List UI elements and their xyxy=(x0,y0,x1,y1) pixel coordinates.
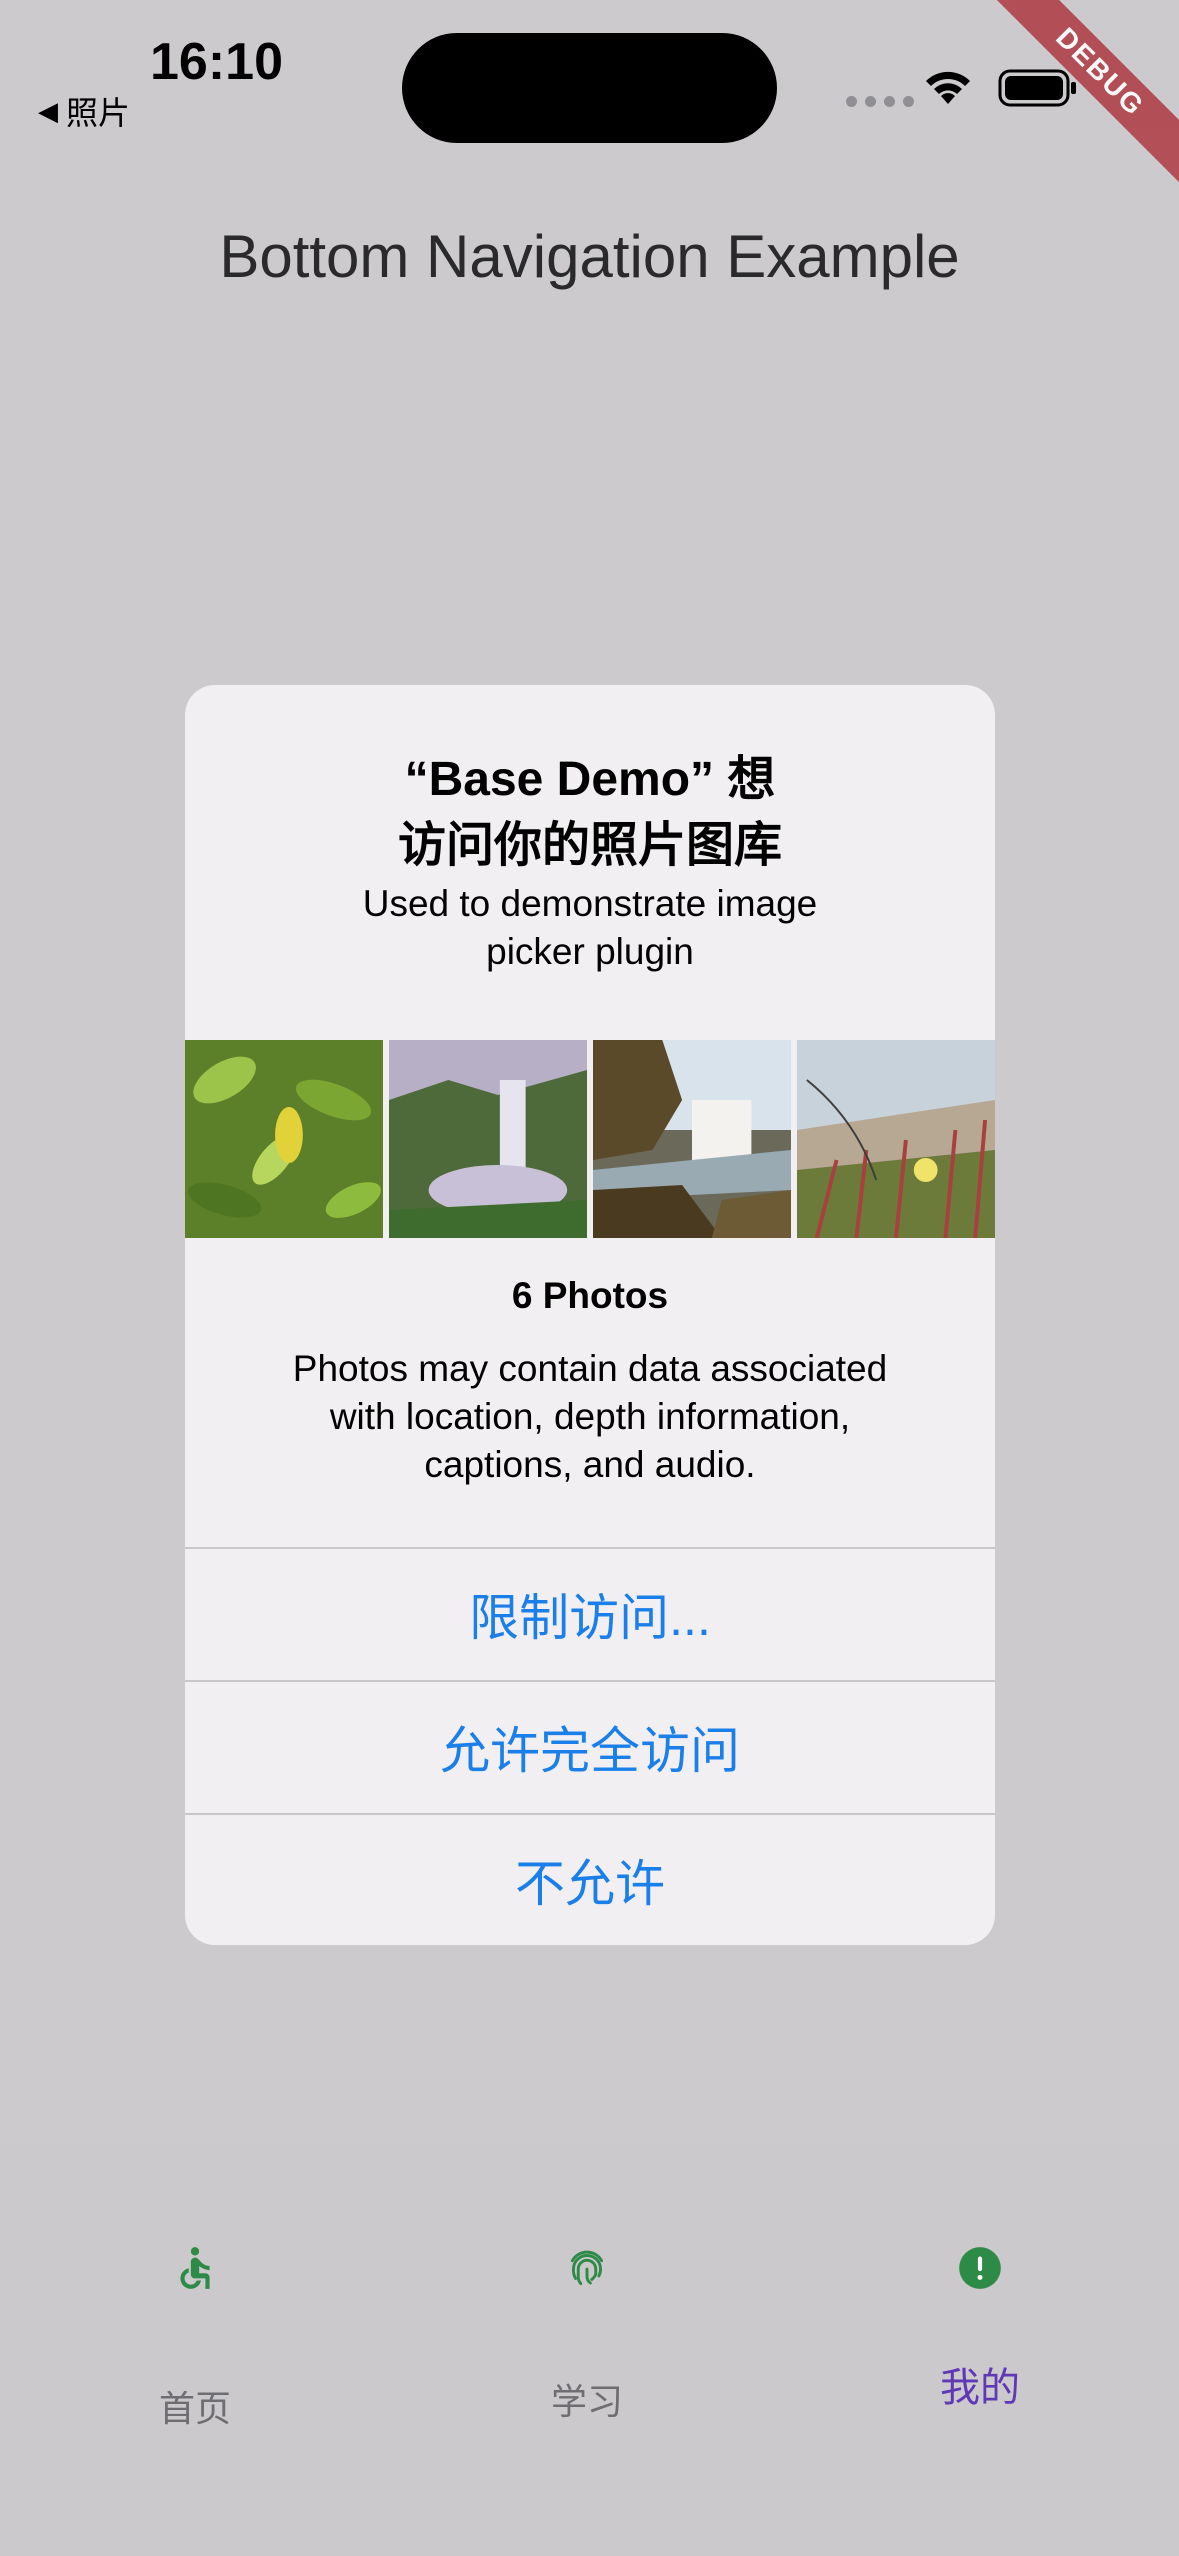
status-time: 16:10 xyxy=(150,33,283,91)
photo-preview-strip xyxy=(185,1040,995,1238)
photo-thumbnail-dune-flowers xyxy=(797,1040,995,1238)
privacy-note: Photos may contain data associated with … xyxy=(225,1345,955,1489)
bottom-navigation-bar: 首页 学习 我的 xyxy=(0,2145,1179,2556)
alert-message-line2: picker plugin xyxy=(486,931,694,972)
alert-title-line2: 访问你的照片图库 xyxy=(397,819,782,872)
app-bar-title: Bottom Navigation Example xyxy=(219,223,960,290)
deny-access-button[interactable]: 不允许 xyxy=(185,1813,995,1945)
alert-title: “Base Demo” 想 访问你的照片图库 xyxy=(185,747,995,879)
nav-label-home: 首页 xyxy=(158,2388,231,2429)
cellular-signal-icon xyxy=(846,96,914,107)
alert-message: Used to demonstrate image picker plugin xyxy=(245,880,935,976)
error-icon xyxy=(959,2247,1001,2289)
dynamic-island xyxy=(402,33,777,143)
photo-thumbnail-falls-rocks xyxy=(593,1040,791,1238)
back-label: 照片 xyxy=(66,95,131,131)
nav-label-mine: 我的 xyxy=(940,2366,1020,2410)
alert-title-line1: “Base Demo” 想 xyxy=(404,753,776,806)
back-triangle-icon: ◀ xyxy=(38,95,58,126)
privacy-note-line2: with location, depth information, xyxy=(329,1396,851,1437)
privacy-note-line3: captions, and audio. xyxy=(424,1444,756,1485)
alert-message-line1: Used to demonstrate image xyxy=(362,883,818,924)
battery-icon xyxy=(998,69,1076,107)
wifi-icon xyxy=(926,71,970,104)
privacy-note-line1: Photos may contain data associated xyxy=(292,1348,888,1389)
photo-count: 6 Photos xyxy=(511,1275,669,1316)
fingerprint-icon xyxy=(570,2250,604,2286)
back-to-photos-link[interactable]: ◀ 照片 xyxy=(38,88,130,134)
nav-label-learn: 学习 xyxy=(550,2381,623,2422)
photo-permission-alert: “Base Demo” 想 访问你的照片图库 Used to demonstra… xyxy=(185,685,995,1945)
limit-access-button[interactable]: 限制访问... xyxy=(185,1547,995,1679)
accessible-icon xyxy=(180,2247,210,2289)
photo-thumbnail-leaves xyxy=(185,1040,383,1238)
photo-thumbnail-waterfall xyxy=(389,1040,587,1238)
allow-full-access-button[interactable]: 允许完全访问 xyxy=(185,1680,995,1812)
